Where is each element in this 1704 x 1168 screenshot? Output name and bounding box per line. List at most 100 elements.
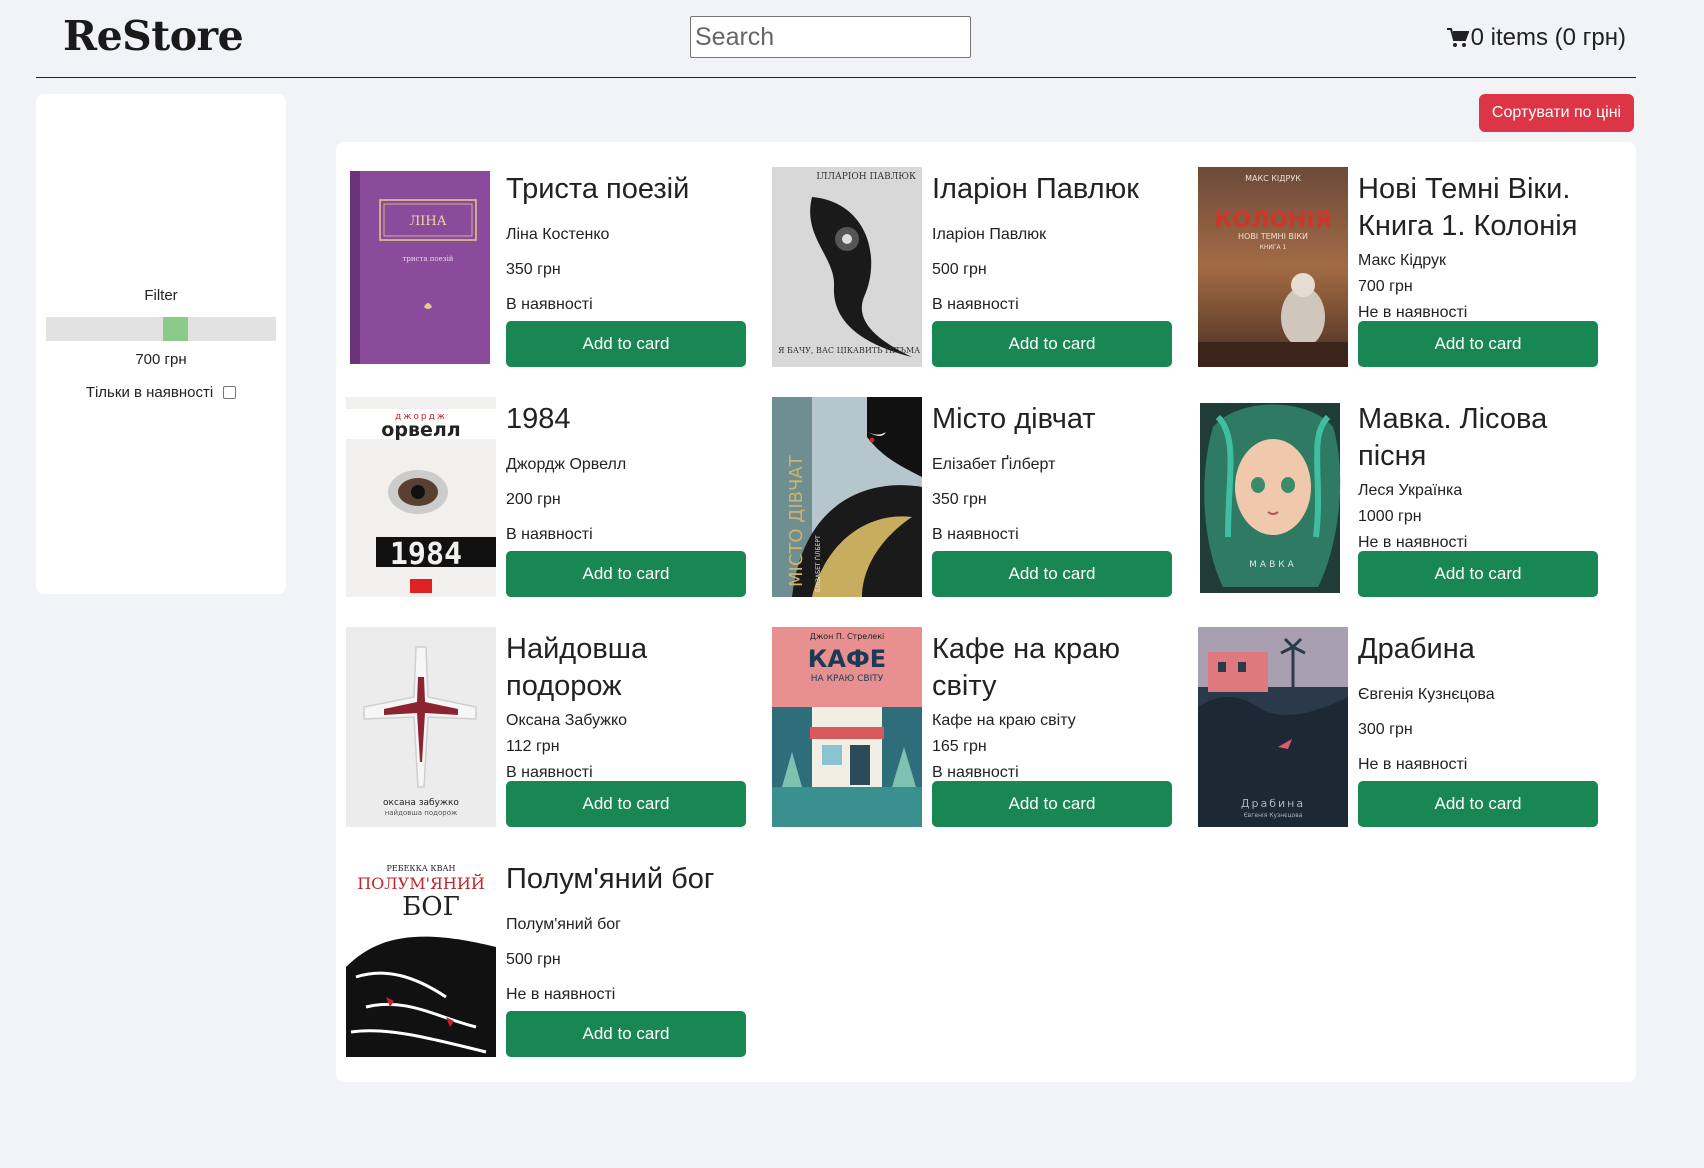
cover-text: найдовша подорож <box>385 809 458 817</box>
add-to-cart-button[interactable]: Add to card <box>506 321 746 367</box>
add-to-cart-button[interactable]: Add to card <box>506 1011 746 1057</box>
filter-sidebar: Filter 700 грн Тільки в наявності <box>36 94 286 594</box>
product-stock-status: Не в наявності <box>506 986 616 1003</box>
book-cover-image[interactable]: МІСТО ДІВЧАТ ЕЛІЗАБЕТ ҐІЛБЕРТ <box>772 397 922 597</box>
product-price: 350 грн <box>932 491 987 508</box>
cover-text: Я БАЧУ, ВАС ЦІКАВИТЬ ПІТЬМА <box>778 346 920 355</box>
header: ReStore 0 items (0 грн) <box>36 0 1636 78</box>
price-value: 700 грн <box>135 351 187 368</box>
product-author: Оксана Забужко <box>506 712 628 729</box>
cover-text: НОВІ ТЕМНІ ВІКИ <box>1238 232 1308 241</box>
cart-summary: 0 items (0 грн) <box>1470 24 1626 51</box>
product-author: Євгенія Кузнєцова <box>1358 686 1495 703</box>
product-author: Леся Українка <box>1358 482 1463 499</box>
product-stock-status: В наявності <box>506 764 593 781</box>
book-cover-image[interactable]: РЕБЕККА КВАН ПОЛУМ'ЯНИЙ БОГ <box>346 857 496 1057</box>
cover-text: Джон П. Стрелекі <box>810 632 885 641</box>
add-to-cart-button[interactable]: Add to card <box>932 321 1172 367</box>
product-price: 500 грн <box>506 951 561 968</box>
price-slider-thumb[interactable] <box>163 317 188 341</box>
cart-icon <box>1446 28 1469 47</box>
add-to-cart-button[interactable]: Add to card <box>1358 781 1598 827</box>
cover-text: орвелл <box>381 419 460 441</box>
product-stock-status: В наявності <box>932 764 1019 781</box>
cover-text: МАВКА <box>1249 560 1297 570</box>
product-price: 112 грн <box>506 738 560 755</box>
cover-text: КОЛОНІЯ <box>1214 208 1331 233</box>
product-card: МАКС КІДРУК КОЛОНІЯ НОВІ ТЕМНІ ВІКИ КНИГ… <box>1188 142 1608 367</box>
add-to-cart-button[interactable]: Add to card <box>1358 321 1598 367</box>
cover-text: МІСТО ДІВЧАТ <box>786 454 807 587</box>
cover-text: КНИГА 1 <box>1260 244 1287 251</box>
cover-text: КАФЕ <box>808 645 886 673</box>
product-title[interactable]: Триста поезій <box>506 171 746 208</box>
product-title[interactable]: Кафе на краю світу <box>932 631 1172 705</box>
product-price: 500 грн <box>932 261 987 278</box>
add-to-cart-button[interactable]: Add to card <box>932 781 1172 827</box>
product-stock-status: В наявності <box>506 526 593 543</box>
product-title[interactable]: Найдовша подорож <box>506 631 746 705</box>
product-card: оксана забужко найдовша подорож Найдовша… <box>336 602 756 827</box>
product-price: 1000 грн <box>1358 508 1422 525</box>
product-title[interactable]: Нові Темні Віки. Книга 1. Колонія <box>1358 171 1598 245</box>
product-stock-status: Не в наявності <box>1358 756 1468 773</box>
cover-text: Драбина <box>1241 797 1305 810</box>
product-card: ІЛЛАРІОН ПАВЛЮК Я БАЧУ, ВАС ЦІКАВИТЬ ПІТ… <box>762 142 1182 367</box>
product-card: МІСТО ДІВЧАТ ЕЛІЗАБЕТ ҐІЛБЕРТ Місто дівч… <box>762 372 1182 597</box>
in-stock-filter[interactable]: Тільки в наявності <box>36 384 286 401</box>
product-author: Елізабет Ґілберт <box>932 456 1056 473</box>
product-card: джордж орвелл 1984 1984 Джордж Орвелл 20… <box>336 372 756 597</box>
product-card: Джон П. Стрелекі КАФЕ НА КРАЮ СВІТУ Кафе… <box>762 602 1182 827</box>
add-to-cart-button[interactable]: Add to card <box>932 551 1172 597</box>
cart-link[interactable]: 0 items (0 грн) <box>1446 24 1626 52</box>
product-card: РЕБЕККА КВАН ПОЛУМ'ЯНИЙ БОГ Полум'яний б… <box>336 832 756 1057</box>
book-cover-image[interactable]: Джон П. Стрелекі КАФЕ НА КРАЮ СВІТУ <box>772 627 922 827</box>
sort-by-price-button[interactable]: Сортувати по ціні <box>1479 94 1634 132</box>
product-price: 300 грн <box>1358 721 1413 738</box>
product-title[interactable]: Іларіон Павлюк <box>932 171 1172 208</box>
logo[interactable]: ReStore <box>63 12 244 60</box>
add-to-cart-button[interactable]: Add to card <box>506 551 746 597</box>
book-cover-image[interactable]: ІЛЛАРІОН ПАВЛЮК Я БАЧУ, ВАС ЦІКАВИТЬ ПІТ… <box>772 167 922 367</box>
cover-text: МАКС КІДРУК <box>1245 174 1301 183</box>
book-cover-image[interactable]: Драбина Євгенія Кузнєцова <box>1198 627 1348 827</box>
cover-text: Євгенія Кузнєцова <box>1244 812 1303 819</box>
in-stock-label: Тільки в наявності <box>85 384 214 401</box>
search-input[interactable] <box>690 16 971 58</box>
product-author: Ліна Костенко <box>506 226 610 243</box>
in-stock-checkbox[interactable] <box>223 386 237 399</box>
cover-text: 1984 <box>390 537 462 572</box>
product-stock-status: В наявності <box>506 296 593 313</box>
product-stock-status: В наявності <box>932 296 1019 313</box>
product-author: Іларіон Павлюк <box>932 226 1047 243</box>
product-title[interactable]: 1984 <box>506 401 746 438</box>
cover-text: ПОЛУМ'ЯНИЙ <box>357 873 485 893</box>
cover-text: ЕЛІЗАБЕТ ҐІЛБЕРТ <box>815 535 822 592</box>
price-slider[interactable] <box>46 317 276 341</box>
product-title[interactable]: Драбина <box>1358 631 1598 668</box>
cover-text: оксана забужко <box>383 798 459 808</box>
cover-text: ЛІНА <box>409 214 446 229</box>
product-author: Полум'яний бог <box>506 916 621 933</box>
product-card: Драбина Євгенія Кузнєцова Драбина Євгені… <box>1188 602 1608 827</box>
product-stock-status: Не в наявності <box>1358 304 1468 321</box>
book-cover-image[interactable]: МАВКА <box>1198 397 1348 597</box>
filter-title: Filter <box>144 287 178 304</box>
product-price: 165 грн <box>932 738 987 755</box>
product-author: Кафе на краю світу <box>932 712 1076 729</box>
product-title[interactable]: Мавка. Лісова пісня <box>1358 401 1598 475</box>
product-card: ЛІНА триста поезій Триста поезій Ліна Ко… <box>336 142 756 367</box>
book-cover-image[interactable]: МАКС КІДРУК КОЛОНІЯ НОВІ ТЕМНІ ВІКИ КНИГ… <box>1198 167 1348 367</box>
book-cover-image[interactable]: оксана забужко найдовша подорож <box>346 627 496 827</box>
product-title[interactable]: Полум'яний бог <box>506 861 746 898</box>
add-to-cart-button[interactable]: Add to card <box>506 781 746 827</box>
product-price: 700 грн <box>1358 278 1413 295</box>
product-author: Макс Кідрук <box>1358 252 1446 269</box>
cover-text: НА КРАЮ СВІТУ <box>811 674 884 684</box>
cover-text: триста поезій <box>403 255 454 263</box>
book-cover-image[interactable]: ЛІНА триста поезій <box>346 167 496 367</box>
product-title[interactable]: Місто дівчат <box>932 401 1172 438</box>
product-stock-status: В наявності <box>932 526 1019 543</box>
add-to-cart-button[interactable]: Add to card <box>1358 551 1598 597</box>
book-cover-image[interactable]: джордж орвелл 1984 <box>346 397 496 597</box>
